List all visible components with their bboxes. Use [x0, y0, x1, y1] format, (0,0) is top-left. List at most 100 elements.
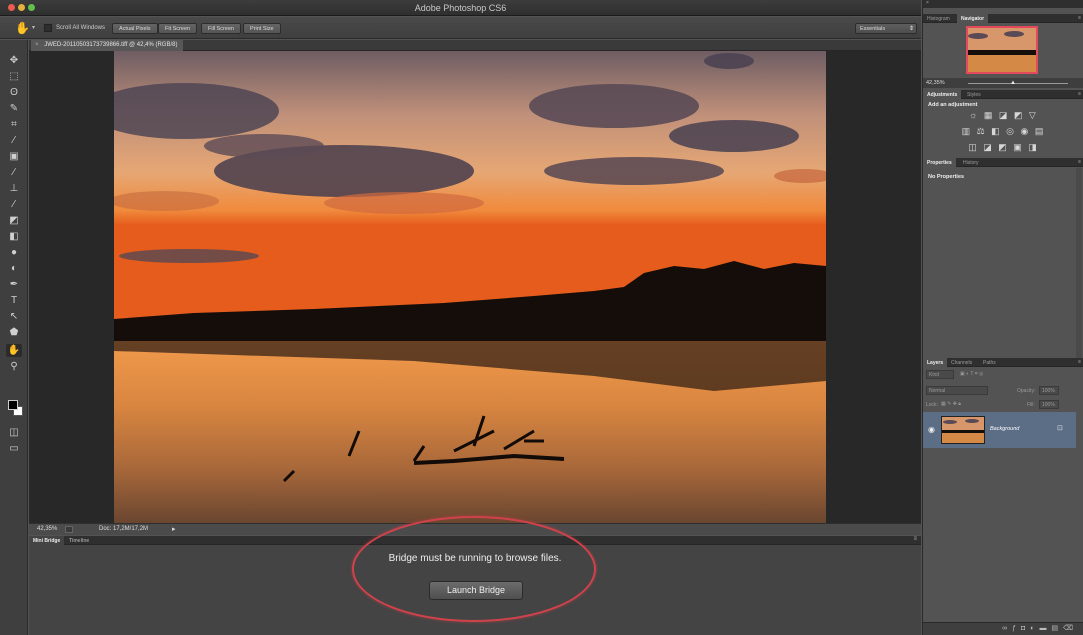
lasso-icon[interactable]: ʘ: [6, 86, 22, 99]
fill-field[interactable]: 100%: [1039, 400, 1059, 409]
layer-thumbnail: [941, 416, 985, 444]
select-arrows-icon: ⇕: [908, 26, 914, 32]
eraser-icon[interactable]: ◩: [6, 214, 22, 227]
panel-menu-icon[interactable]: ≡: [913, 536, 917, 542]
scroll-all-windows-checkbox[interactable]: [44, 24, 52, 32]
gradient-icon[interactable]: ◧: [6, 230, 22, 243]
navigator-thumbnail[interactable]: [966, 26, 1038, 74]
fit-screen-button[interactable]: Fit Screen: [158, 23, 198, 34]
quick-mask-icon[interactable]: ◫: [6, 426, 22, 439]
move-icon[interactable]: ✥: [6, 54, 22, 67]
foreground-color-swatch[interactable]: [8, 400, 18, 410]
status-zoom[interactable]: 42,35%: [37, 526, 57, 532]
fill-screen-button[interactable]: Fill Screen: [201, 23, 241, 34]
visibility-eye-icon[interactable]: ◉: [928, 425, 935, 434]
clone-stamp-icon[interactable]: ⊥: [6, 182, 22, 195]
lock-icons[interactable]: ▦ ✎ ✥ 🔒︎: [941, 401, 961, 407]
marquee-icon[interactable]: ⬚: [6, 70, 22, 83]
eyedropper-icon[interactable]: ⁄: [6, 134, 22, 147]
spot-healing-icon[interactable]: ▣: [6, 150, 22, 163]
tab-channels[interactable]: Channels: [947, 358, 976, 367]
canvas-area[interactable]: [29, 51, 921, 523]
adjustment-icons-row-1[interactable]: ☼ ▦ ◪ ◩ ▽: [923, 110, 1083, 121]
workspace-select[interactable]: Essentials ⇕: [855, 23, 917, 34]
tab-timeline[interactable]: Timeline: [65, 536, 93, 545]
navigator-tabs: Histogram Navigator ≡: [923, 14, 1083, 23]
slider-knob-icon[interactable]: ▲: [1010, 80, 1016, 86]
workspace-label: Essentials: [860, 26, 886, 32]
add-mask-icon[interactable]: ◘: [1021, 625, 1030, 632]
zoom-icon[interactable]: ⚲: [6, 360, 22, 373]
navigator-zoom-value[interactable]: 42,35%: [926, 80, 945, 86]
panel-menu-icon[interactable]: ≡: [1078, 159, 1081, 165]
blur-icon[interactable]: ●: [6, 246, 22, 259]
adjustments-tabs: Adjustments Styles ≡: [923, 90, 1083, 99]
document-tab[interactable]: × JWED-20110503173739866.tiff @ 42,4% (R…: [31, 40, 184, 51]
history-brush-icon[interactable]: ⁄: [6, 198, 22, 211]
properties-scrollbar[interactable]: [1076, 168, 1082, 358]
brush-icon[interactable]: ∕: [6, 166, 22, 179]
opacity-field[interactable]: 100%: [1039, 386, 1059, 395]
tab-adjustments[interactable]: Adjustments: [923, 90, 962, 99]
tab-navigator[interactable]: Navigator: [957, 14, 989, 23]
tab-history[interactable]: History: [959, 158, 983, 167]
navigator-zoom-slider[interactable]: [968, 83, 1068, 84]
new-layer-icon[interactable]: ▤: [1051, 625, 1063, 632]
mini-bridge-content: Bridge must be running to browse files. …: [29, 546, 921, 635]
tool-preset-caret-icon[interactable]: ▾: [32, 24, 35, 31]
hand-tool-icon[interactable]: ✋: [6, 344, 22, 357]
quick-selection-icon[interactable]: ✎: [6, 102, 22, 115]
status-menu-arrow-icon[interactable]: ▸: [172, 525, 176, 533]
tab-styles[interactable]: Styles: [963, 90, 985, 99]
hand-icon[interactable]: ✋: [15, 21, 30, 35]
mini-bridge-panel: Mini Bridge Timeline ≡ Bridge must be ru…: [29, 536, 921, 635]
actual-pixels-button[interactable]: Actual Pixels: [112, 23, 158, 34]
document-tab-title: JWED-20110503173739866.tiff @ 42,4% (RGB…: [44, 42, 178, 48]
opacity-label: Opacity:: [1017, 388, 1036, 394]
status-info-icon[interactable]: [65, 526, 73, 533]
fx-icon[interactable]: ƒ: [1012, 625, 1021, 632]
mini-bridge-tabs: Mini Bridge Timeline ≡: [29, 536, 921, 545]
status-bar: 42,35% Doc: 17,2M/17,2M ▸: [29, 523, 921, 535]
sunset-photo[interactable]: [114, 51, 826, 523]
pen-icon[interactable]: ✒: [6, 278, 22, 291]
lock-label: Lock:: [926, 402, 938, 408]
link-layers-icon[interactable]: ∞: [1002, 625, 1012, 632]
panel-menu-icon[interactable]: ≡: [1078, 15, 1081, 21]
dock-collapse-icon[interactable]: ×: [926, 0, 929, 6]
type-icon[interactable]: T: [6, 294, 22, 307]
tools-panel: ✥ ⬚ ʘ ✎ ⌗ ⁄ ▣ ∕ ⊥ ⁄ ◩ ◧ ● ◐ ✒ T ↖ ⬟ ✋ ⚲ …: [0, 40, 28, 635]
print-size-button[interactable]: Print Size: [243, 23, 281, 34]
close-tab-icon[interactable]: ×: [35, 42, 39, 48]
dodge-icon[interactable]: ◐: [6, 262, 22, 275]
adjustment-icons-row-3[interactable]: ◫ ◪ ◩ ▣ ◨: [923, 142, 1083, 153]
tab-mini-bridge[interactable]: Mini Bridge: [29, 536, 65, 545]
options-bar: ✋ ▾ Scroll All Windows Actual Pixels Fit…: [0, 17, 921, 39]
crop-icon[interactable]: ⌗: [6, 118, 22, 131]
adjustment-icons-row-2[interactable]: ▥ ⚖ ◧ ◎ ◉ ▤: [923, 126, 1083, 137]
screen-mode-icon[interactable]: ▭: [6, 442, 22, 455]
tab-layers[interactable]: Layers: [923, 358, 948, 367]
layers-filter-row: Kind ▣ ◐ T ⌗ ◎: [926, 370, 1081, 380]
window-title: Adobe Photoshop CS6: [414, 3, 507, 13]
path-selection-icon[interactable]: ↖: [6, 310, 22, 323]
shape-icon[interactable]: ⬟: [6, 326, 22, 339]
title-bar: Adobe Photoshop CS6: [0, 0, 921, 16]
new-group-icon[interactable]: ▬: [1039, 625, 1051, 632]
tab-histogram[interactable]: Histogram: [923, 14, 954, 23]
launch-bridge-button[interactable]: Launch Bridge: [429, 581, 523, 600]
document-tab-bar: × JWED-20110503173739866.tiff @ 42,4% (R…: [29, 40, 921, 51]
panel-menu-icon[interactable]: ≡: [1078, 359, 1081, 365]
blend-mode-select[interactable]: Normal: [926, 386, 988, 395]
delete-layer-icon[interactable]: ⌫: [1063, 625, 1078, 632]
layer-row-background[interactable]: ◉ Background ⊡: [923, 412, 1076, 448]
tab-properties[interactable]: Properties: [923, 158, 956, 167]
bridge-message: Bridge must be running to browse files.: [388, 553, 562, 564]
lock-icon: ⊡: [1057, 425, 1063, 432]
panel-menu-icon[interactable]: ≡: [1078, 91, 1081, 97]
tab-paths[interactable]: Paths: [979, 358, 1000, 367]
layers-footer: ∞ƒ◘◐▬▤⌫: [923, 622, 1083, 635]
layer-filter-kind[interactable]: Kind: [926, 370, 954, 379]
layer-filter-icons[interactable]: ▣ ◐ T ⌗ ◎: [960, 371, 983, 377]
navigator-zoom-bar: 42,35% ▲: [923, 78, 1083, 88]
